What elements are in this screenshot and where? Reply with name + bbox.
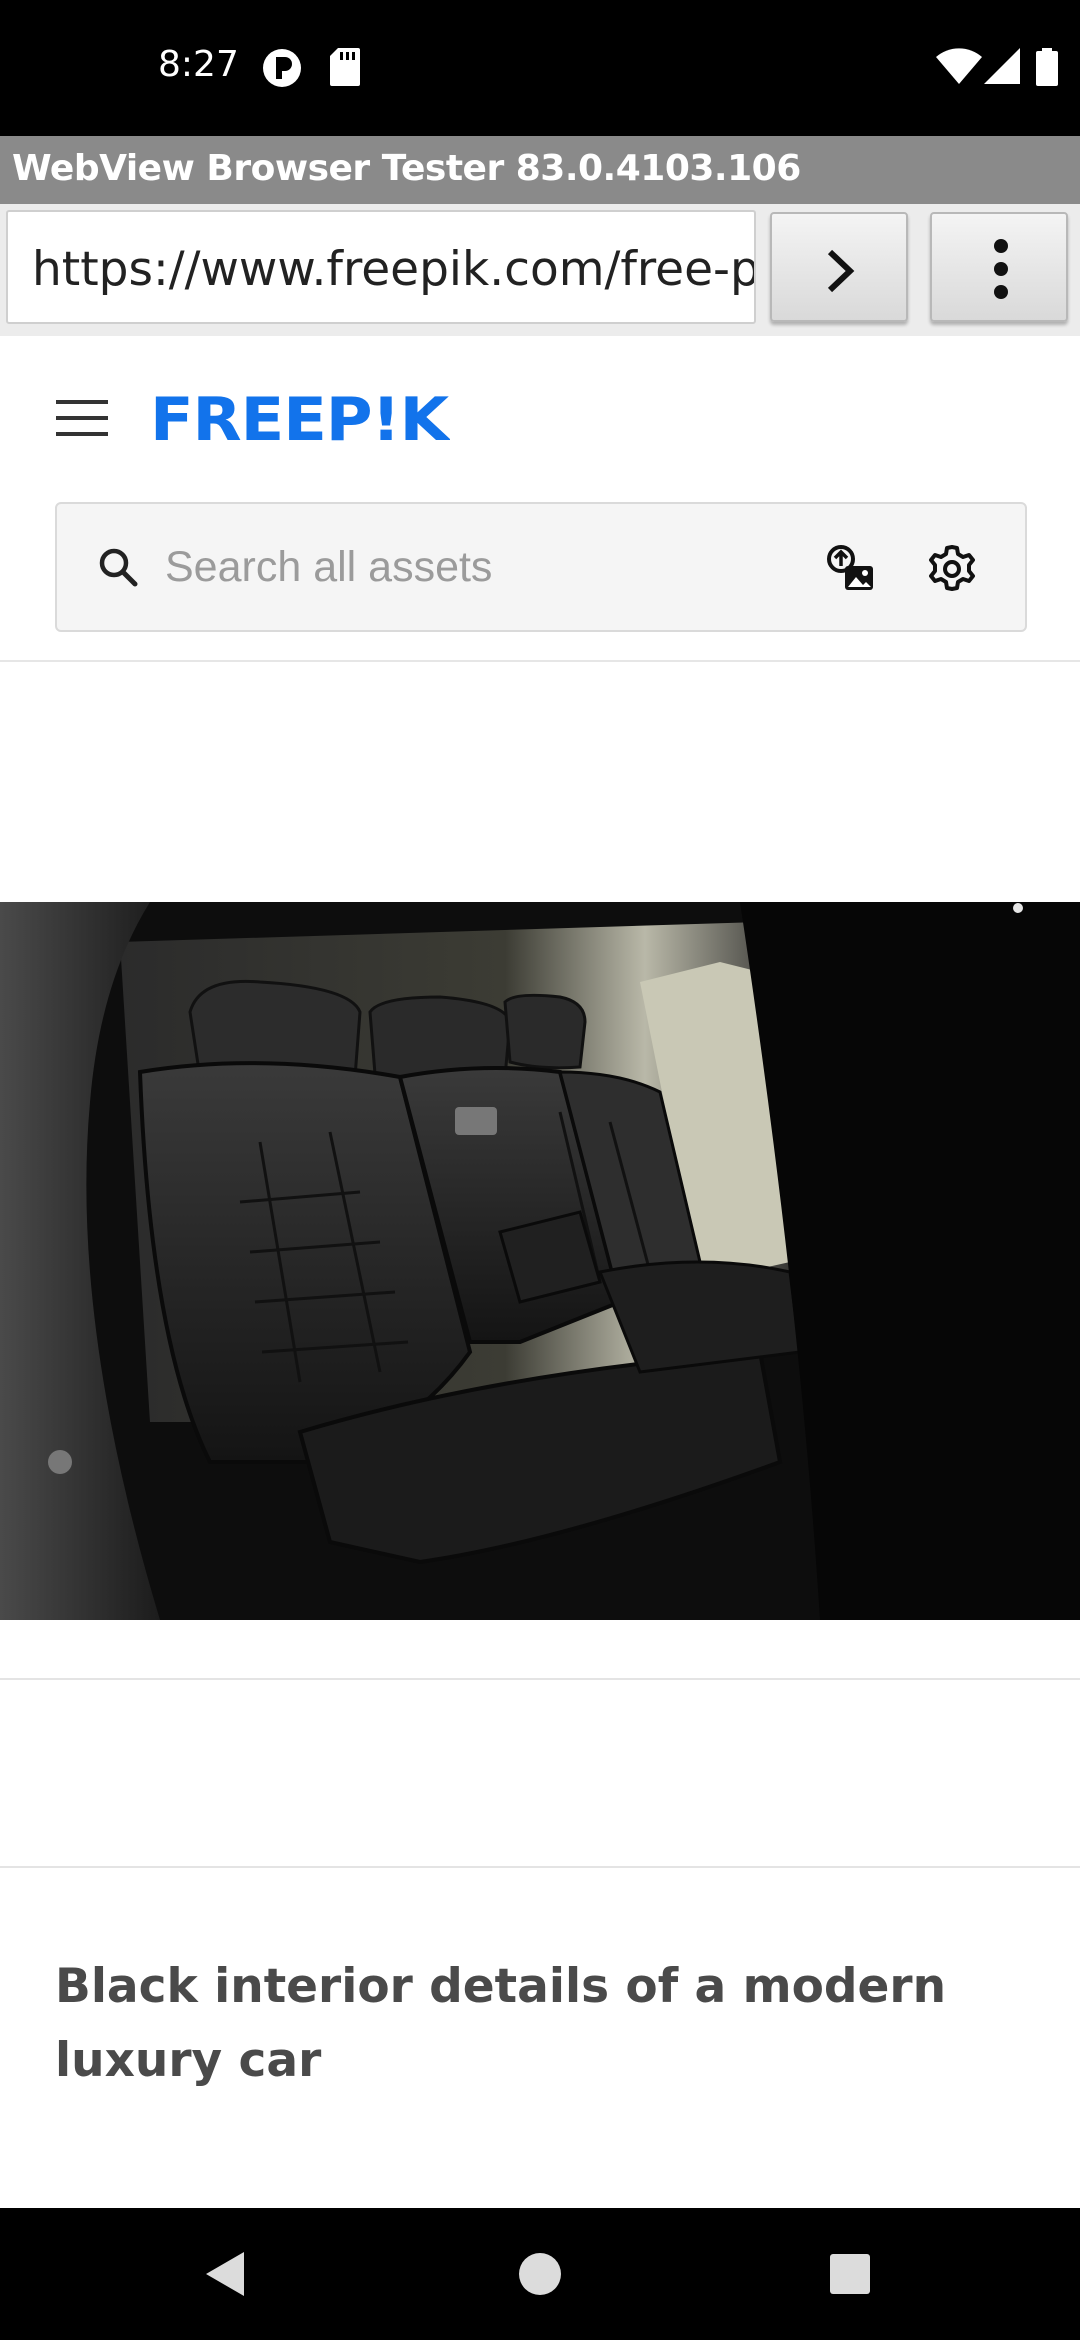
- chevron-right-icon: [827, 249, 855, 293]
- divider: [0, 1678, 1080, 1680]
- photo-title: Black interior details of a modern luxur…: [55, 1959, 947, 2088]
- freepik-logo[interactable]: FREEP!K: [150, 388, 450, 448]
- cell-signal-icon: [984, 48, 1020, 89]
- battery-icon: [1036, 48, 1058, 91]
- app-notification-icon: [262, 48, 302, 93]
- wifi-icon: [936, 48, 982, 89]
- image-search-icon[interactable]: [825, 542, 879, 596]
- divider: [0, 1866, 1080, 1868]
- navigation-bar: [0, 2208, 1080, 2340]
- app-title-bar: WebView Browser Tester 83.0.4103.106: [0, 136, 1080, 204]
- search-input[interactable]: [165, 534, 765, 600]
- app-title: WebView Browser Tester 83.0.4103.106: [12, 148, 801, 189]
- overflow-menu-button[interactable]: [930, 212, 1068, 322]
- sd-card-icon: [330, 48, 360, 91]
- car-rear-seat-photo[interactable]: [0, 902, 1080, 1620]
- logo-text: FREEP!K: [150, 388, 450, 448]
- recents-icon[interactable]: [828, 2208, 872, 2340]
- more-vert-icon: [994, 239, 1008, 299]
- home-icon[interactable]: [516, 2208, 564, 2340]
- url-toolbar: https://www.freepik.com/free-photo/black…: [0, 204, 1080, 336]
- status-time: 8:27: [158, 44, 239, 85]
- search-icon[interactable]: [97, 546, 141, 590]
- back-icon[interactable]: [200, 2208, 250, 2340]
- hamburger-menu-icon[interactable]: [56, 398, 108, 438]
- settings-icon[interactable]: [925, 542, 979, 596]
- search-box: [55, 502, 1027, 632]
- url-input[interactable]: https://www.freepik.com/free-photo/black…: [6, 210, 756, 324]
- car-interior-image: [0, 902, 1080, 1620]
- status-bar: 8:27: [0, 0, 1080, 136]
- go-button[interactable]: [770, 212, 908, 322]
- site-header: FREEP!K: [0, 336, 1080, 662]
